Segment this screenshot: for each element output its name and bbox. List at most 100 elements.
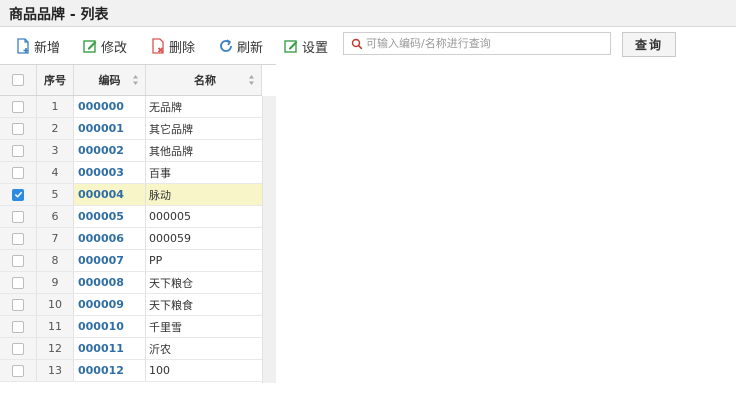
row-code[interactable]: 000002 [74,140,146,161]
row-check-cell[interactable] [0,294,37,315]
table-row[interactable]: 10 000009 天下粮食 [0,294,262,316]
row-check-cell[interactable] [0,96,37,117]
row-name: 天下粮仓 [149,276,193,290]
header-code-label: 编码 [98,74,121,87]
settings-button-label: 设置 [302,40,329,56]
search-input[interactable] [366,33,610,54]
row-checkbox[interactable] [12,144,24,157]
row-checkbox[interactable] [12,364,24,377]
table-row[interactable]: 6 000005 000005 [0,206,262,228]
row-name: 天下粮食 [149,298,193,312]
row-seq: 9 [37,272,74,293]
table-row[interactable]: 9 000008 天下粮仓 [0,272,262,294]
delete-button-label: 删除 [169,40,196,56]
settings-icon [284,40,298,53]
row-checkbox[interactable] [12,122,24,135]
row-code[interactable]: 000008 [74,272,146,293]
row-checkbox[interactable] [12,254,24,267]
query-button[interactable]: 查询 [622,32,676,57]
edit-button-label: 修改 [101,40,128,56]
row-name: PP [149,254,163,267]
row-name: 000059 [149,232,191,245]
row-seq: 6 [37,206,74,227]
row-check-cell[interactable] [0,184,37,205]
row-code[interactable]: 000001 [74,118,146,139]
brand-table: 序号 编码 名称 1 000000 无品牌 2 000001 其它品牌 3 000002 其他品… [0,64,276,383]
row-code[interactable]: 000005 [74,206,146,227]
row-checkbox[interactable] [12,100,24,113]
row-code[interactable]: 000009 [74,294,146,315]
row-checkbox[interactable] [12,342,24,355]
row-name: 百事 [149,166,171,180]
row-check-cell[interactable] [0,360,37,381]
refresh-icon [220,39,232,52]
row-code[interactable]: 000000 [74,96,146,117]
row-code[interactable]: 000006 [74,228,146,249]
table-row[interactable]: 2 000001 其它品牌 [0,118,262,140]
row-checkbox[interactable] [12,276,24,289]
row-name: 千里雪 [149,320,182,334]
row-code[interactable]: 000012 [74,360,146,381]
row-seq: 8 [37,250,74,271]
row-checkbox[interactable] [12,320,24,333]
row-code[interactable]: 000010 [74,316,146,337]
select-all-checkbox[interactable] [12,74,24,86]
row-seq: 1 [37,96,74,117]
table-header: 序号 编码 名称 [0,65,262,96]
table-row[interactable]: 1 000000 无品牌 [0,96,262,118]
header-name-label: 名称 [194,74,216,87]
table-row[interactable]: 4 000003 百事 [0,162,262,184]
row-name: 无品牌 [149,100,182,114]
sort-icon [133,75,138,85]
delete-doc-icon [152,38,164,54]
row-checkbox[interactable] [12,232,24,245]
row-name: 100 [149,364,170,377]
row-checkbox[interactable] [12,188,24,201]
table-row[interactable]: 13 000012 100 [0,360,262,382]
row-code[interactable]: 000003 [74,162,146,183]
title-bar: 商品品牌 - 列表 [0,0,736,27]
row-check-cell[interactable] [0,162,37,183]
row-checkbox[interactable] [12,210,24,223]
select-all-cell[interactable] [0,65,37,95]
header-name[interactable]: 名称 [146,65,262,95]
search-icon [351,38,363,49]
table-row[interactable]: 3 000002 其他品牌 [0,140,262,162]
row-code[interactable]: 000011 [74,338,146,359]
table-row[interactable]: 11 000010 千里雪 [0,316,262,338]
header-seq: 序号 [37,65,74,95]
row-check-cell[interactable] [0,272,37,293]
edit-button[interactable]: 修改 [82,35,127,57]
table-row[interactable]: 8 000007 PP [0,250,262,272]
row-check-cell[interactable] [0,250,37,271]
table-row[interactable]: 12 000011 沂农 [0,338,262,360]
table-row[interactable]: 5 000004 脉动 [0,184,262,206]
row-check-cell[interactable] [0,316,37,337]
row-check-cell[interactable] [0,140,37,161]
row-code[interactable]: 000007 [74,250,146,271]
delete-button[interactable]: 删除 [150,35,195,57]
add-button[interactable]: 新增 [15,35,60,57]
add-button-label: 新增 [34,40,61,56]
sort-icon [249,75,254,85]
header-code[interactable]: 编码 [74,65,146,95]
row-check-cell[interactable] [0,206,37,227]
row-check-cell[interactable] [0,118,37,139]
table-row[interactable]: 7 000006 000059 [0,228,262,250]
refresh-button[interactable]: 刷新 [218,35,263,57]
row-code[interactable]: 000004 [74,184,146,205]
row-name: 000005 [149,210,191,223]
search-box[interactable] [343,32,611,55]
row-checkbox[interactable] [12,166,24,179]
row-check-cell[interactable] [0,228,37,249]
row-check-cell[interactable] [0,338,37,359]
vertical-scrollbar[interactable] [262,96,276,383]
settings-button[interactable]: 设置 [283,35,328,57]
row-checkbox[interactable] [12,298,24,311]
row-name: 其他品牌 [149,144,193,158]
refresh-button-label: 刷新 [237,40,264,56]
row-name: 其它品牌 [149,122,193,136]
add-doc-icon [17,38,29,54]
row-seq: 11 [37,316,74,337]
row-name: 脉动 [146,184,262,205]
